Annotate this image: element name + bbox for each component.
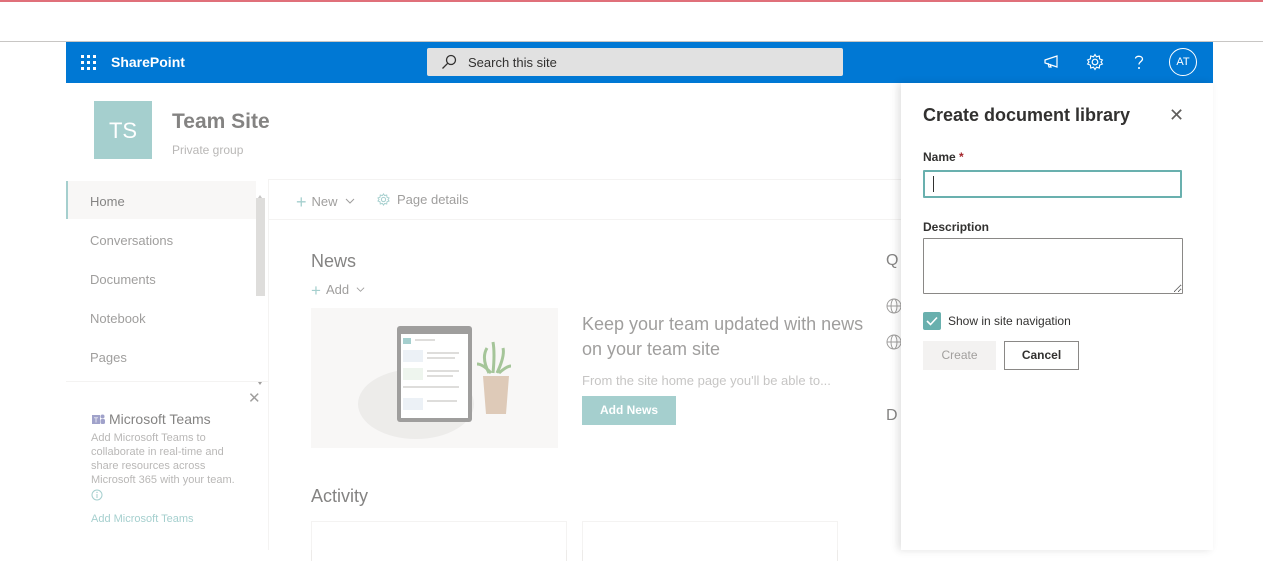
search-placeholder: Search this site	[468, 55, 557, 70]
cancel-button[interactable]: Cancel	[1004, 341, 1079, 370]
app-launcher-icon[interactable]	[79, 53, 97, 71]
close-icon[interactable]: ✕	[1169, 105, 1184, 126]
required-marker: *	[959, 150, 964, 164]
gear-icon[interactable]	[1085, 52, 1105, 72]
name-label: Name *	[923, 150, 964, 164]
top-accent-line	[0, 0, 1263, 4]
description-field[interactable]	[923, 238, 1183, 294]
avatar[interactable]: AT	[1169, 48, 1197, 76]
create-button[interactable]: Create	[923, 341, 996, 370]
sharepoint-brand-link[interactable]: SharePoint	[111, 54, 185, 70]
suite-bar: SharePoint Search this site AT	[66, 42, 1213, 83]
search-box[interactable]: Search this site	[427, 48, 843, 76]
search-icon	[442, 54, 457, 69]
create-library-panel: Create document library ✕ Name * Descrip…	[901, 83, 1213, 550]
description-label: Description	[923, 220, 990, 234]
panel-overlay[interactable]	[66, 83, 901, 550]
help-icon[interactable]	[1129, 52, 1149, 72]
name-label-text: Name	[923, 150, 956, 164]
show-in-nav-checkbox[interactable]	[923, 312, 941, 330]
name-field[interactable]	[923, 170, 1182, 198]
show-in-nav-label[interactable]: Show in site navigation	[948, 314, 1071, 328]
panel-title: Create document library	[923, 105, 1131, 125]
megaphone-icon[interactable]	[1042, 52, 1062, 72]
checkmark-icon	[926, 316, 938, 326]
text-caret	[933, 176, 934, 192]
